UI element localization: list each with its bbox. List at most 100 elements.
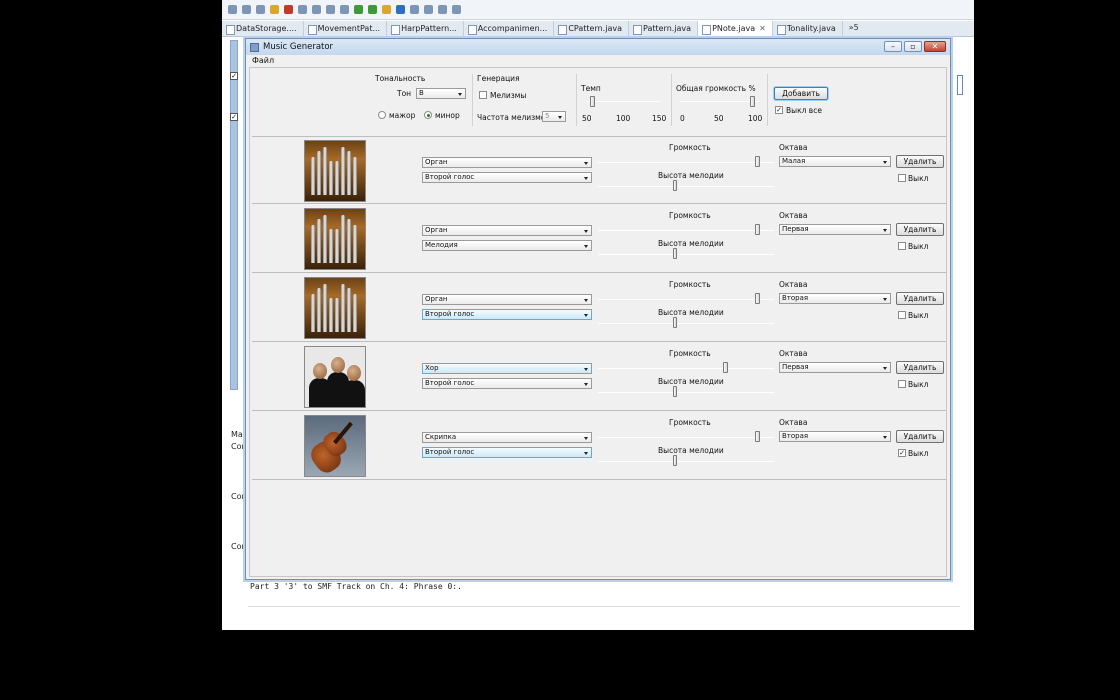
gutter-marker[interactable]: ✓ xyxy=(230,113,238,121)
instrument-select[interactable]: Орган xyxy=(422,294,592,305)
pause-icon[interactable] xyxy=(270,5,279,14)
pitch-slider[interactable] xyxy=(673,317,677,328)
volume-slider[interactable] xyxy=(755,293,760,304)
editor-tab[interactable]: PNote.java ✕ xyxy=(698,21,773,36)
delete-button[interactable]: Удалить xyxy=(896,292,944,305)
voice-select[interactable]: Второй голос xyxy=(422,378,592,389)
search-icon[interactable] xyxy=(396,5,405,14)
mute-checkbox[interactable] xyxy=(898,242,906,250)
add-button[interactable]: Добавить xyxy=(774,87,828,100)
octave-select[interactable]: Малая xyxy=(779,156,891,167)
new-icon[interactable] xyxy=(228,5,237,14)
track-row: Орган Второй голос Громкость Высота мелодии… xyxy=(252,274,946,342)
melisma-label: Мелизмы xyxy=(490,91,527,100)
gutter-marker[interactable]: ✓ xyxy=(230,72,238,80)
debug-icon[interactable] xyxy=(340,5,349,14)
minimize-button[interactable]: – xyxy=(884,41,902,52)
track-row: Скрипка Второй голос Громкость Высота мелод… xyxy=(252,412,946,480)
menu-file[interactable]: Файл xyxy=(252,56,274,65)
editor-tab[interactable]: CPattern.java xyxy=(554,21,629,36)
editor-tab[interactable]: Tonality.java xyxy=(773,21,843,36)
editor-tab[interactable]: HarpPattern... xyxy=(387,21,464,36)
octave-select[interactable]: Первая xyxy=(779,224,891,235)
minor-radio[interactable] xyxy=(424,111,432,119)
annotation-icon[interactable] xyxy=(410,5,419,14)
instrument-select[interactable]: Хор xyxy=(422,363,592,374)
maximize-button[interactable]: ▫ xyxy=(904,41,922,52)
pitch-label: Высота мелодии xyxy=(658,239,724,248)
tempo-label: Темп xyxy=(581,84,601,93)
delete-button[interactable]: Удалить xyxy=(896,361,944,374)
overview-ruler xyxy=(957,75,963,95)
volume-slider[interactable] xyxy=(755,224,760,235)
delete-button[interactable]: Удалить xyxy=(896,155,944,168)
pitch-slider[interactable] xyxy=(673,386,677,397)
instrument-select[interactable]: Орган xyxy=(422,225,592,236)
mute-checkbox[interactable] xyxy=(898,174,906,182)
pitch-slider[interactable] xyxy=(673,248,677,259)
back-icon[interactable] xyxy=(424,5,433,14)
tab-overflow-button[interactable]: »5 xyxy=(843,21,865,36)
mute-all-checkbox[interactable]: ✓ xyxy=(775,106,783,114)
melisma-freq-select[interactable]: 5 xyxy=(542,111,566,122)
save-icon[interactable] xyxy=(242,5,251,14)
instrument-select[interactable]: Орган xyxy=(422,157,592,168)
editor-tab-label: HarpPattern... xyxy=(401,24,457,33)
track-row: Хор Второй голос Громкость Высота мелодии Ок… xyxy=(252,343,946,411)
melisma-checkbox[interactable] xyxy=(479,91,487,99)
step-into-icon[interactable] xyxy=(298,5,307,14)
octave-label: Октава xyxy=(779,211,808,220)
volume-slider[interactable] xyxy=(755,156,760,167)
close-button[interactable]: ✕ xyxy=(924,41,946,52)
instrument-select[interactable]: Скрипка xyxy=(422,432,592,443)
step-over-icon[interactable] xyxy=(312,5,321,14)
major-radio[interactable] xyxy=(378,111,386,119)
editor-tab[interactable]: MovementPat... xyxy=(304,21,388,36)
octave-select[interactable]: Вторая xyxy=(779,293,891,304)
voice-select[interactable]: Мелодия xyxy=(422,240,592,251)
volume-slider[interactable] xyxy=(723,362,728,373)
editor-tab-label: PNote.java xyxy=(712,24,756,33)
organ-pipe xyxy=(335,229,339,263)
voice-select[interactable]: Второй голос xyxy=(422,447,592,458)
voice-select[interactable]: Второй голос xyxy=(422,309,592,320)
organ-pipe xyxy=(341,284,345,332)
close-tab-icon[interactable]: ✕ xyxy=(759,24,766,33)
step-return-icon[interactable] xyxy=(326,5,335,14)
mute-checkbox[interactable]: ✓ xyxy=(898,449,906,457)
volume-slider-track xyxy=(598,162,774,163)
forward-icon[interactable] xyxy=(438,5,447,14)
octave-select[interactable]: Первая xyxy=(779,362,891,373)
run-icon[interactable] xyxy=(354,5,363,14)
delete-button[interactable]: Удалить xyxy=(896,430,944,443)
tempo-slider-track xyxy=(586,101,660,102)
generation-label: Генерация xyxy=(477,74,520,83)
tone-select[interactable]: B xyxy=(416,88,466,99)
pin-icon[interactable] xyxy=(452,5,461,14)
console-header: Mai xyxy=(231,430,246,439)
octave-select[interactable]: Вторая xyxy=(779,431,891,442)
stop-icon[interactable] xyxy=(284,5,293,14)
minor-label: минор xyxy=(435,111,460,120)
pitch-slider-track xyxy=(598,323,774,324)
organ-image xyxy=(304,277,366,339)
pitch-slider[interactable] xyxy=(673,180,677,191)
overall-volume-slider[interactable] xyxy=(750,96,755,107)
console-scrollbar[interactable] xyxy=(248,606,960,616)
pitch-slider[interactable] xyxy=(673,455,677,466)
volume-tick: 0 xyxy=(680,114,685,123)
editor-tab-label: CPattern.java xyxy=(568,24,622,33)
voice-select[interactable]: Второй голос xyxy=(422,172,592,183)
volume-slider[interactable] xyxy=(755,431,760,442)
tempo-slider[interactable] xyxy=(590,96,595,107)
mute-checkbox[interactable] xyxy=(898,311,906,319)
external-tools-icon[interactable] xyxy=(368,5,377,14)
mute-checkbox[interactable] xyxy=(898,380,906,388)
open-folder-icon[interactable] xyxy=(382,5,391,14)
print-icon[interactable] xyxy=(256,5,265,14)
editor-tab[interactable]: Accompanimen... xyxy=(464,21,555,36)
editor-tab[interactable]: Pattern.java xyxy=(629,21,699,36)
editor-tab[interactable]: DataStorage.... xyxy=(222,21,304,36)
mute-all-label: Выкл все xyxy=(786,106,822,115)
delete-button[interactable]: Удалить xyxy=(896,223,944,236)
